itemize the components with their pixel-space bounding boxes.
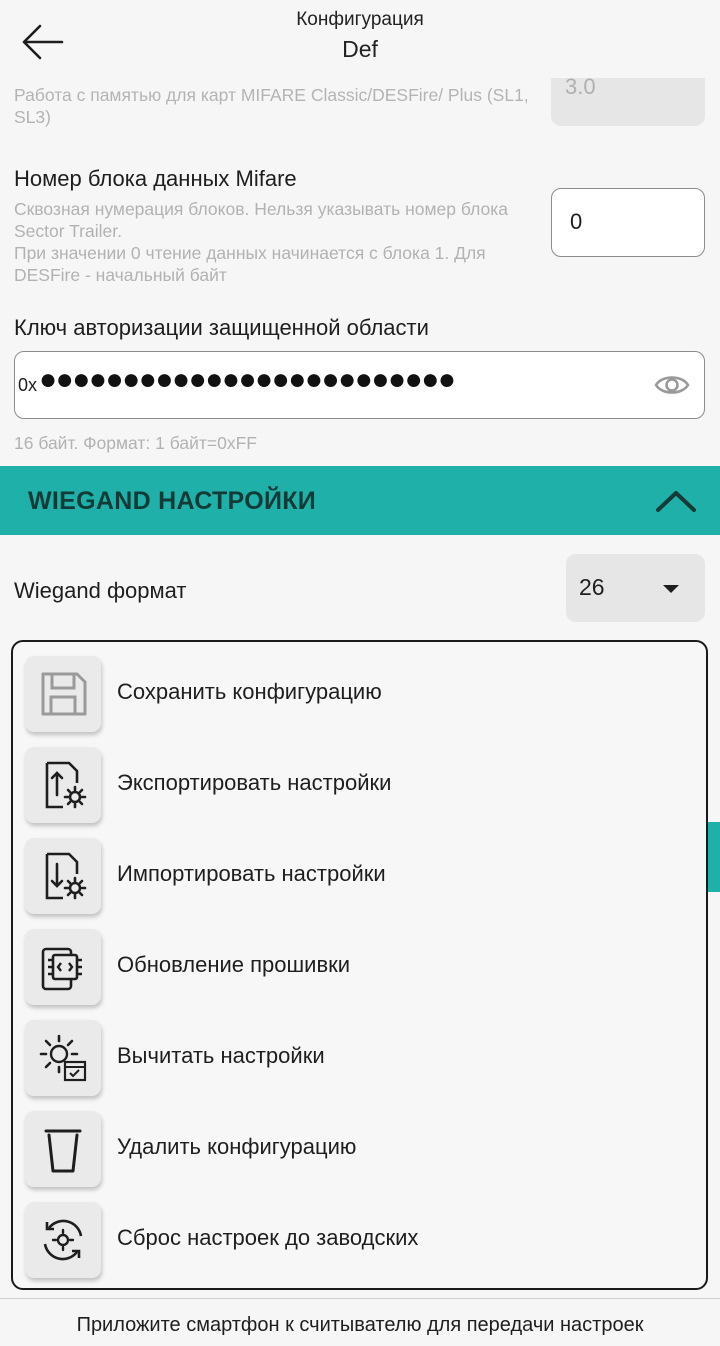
menu-item-label: Экспортировать настройки [117,770,392,795]
wiegand-format-label: Wiegand формат [14,578,187,603]
auth-key-input[interactable]: 0x ●●●●●●●●●●●●●●●●●●●●●●●●● [14,351,705,419]
wiegand-format-select[interactable]: 26 [566,554,705,622]
auth-key-prefix: 0x [18,375,38,395]
menu-item-label: Сохранить конфигурацию [117,679,382,704]
menu-item-import-settings[interactable]: Импортировать настройки [13,834,706,918]
actions-menu: Сохранить конфигурацию Экспортировать на… [11,640,708,1290]
trash-icon [25,1111,101,1187]
menu-item-label: Сброс настроек до заводских [117,1225,419,1250]
firmware-icon [25,929,101,1005]
menu-item-save-config[interactable]: Сохранить конфигурацию [13,652,706,736]
mifare-mode-select[interactable]: 3.0 [551,70,705,126]
import-icon [25,838,101,914]
save-icon [25,656,101,732]
export-icon [25,747,101,823]
read-settings-icon [25,1020,101,1096]
auth-key-label: Ключ авторизации защищенной области [14,315,429,340]
menu-item-label: Обновление прошивки [117,952,351,977]
wiegand-section-title: WIEGAND НАСТРОЙКИ [28,487,317,515]
wiegand-section-header[interactable]: WIEGAND НАСТРОЙКИ [0,466,720,535]
factory-reset-icon [25,1202,101,1278]
footer-divider [0,1298,720,1299]
mifare-block-value: 0 [570,209,583,234]
mifare-block-hint: Сквозная нумерация блоков. Нельзя указыв… [14,199,509,285]
chevron-up-icon[interactable] [654,486,698,516]
menu-item-label: Вычитать настройки [117,1043,325,1068]
app-header: Конфигурация Def [0,0,720,78]
menu-item-label: Импортировать настройки [117,861,386,886]
nfc-instruction: Приложите смартфон к считывателю для пер… [76,1314,644,1336]
section-header-partial [706,822,720,892]
auth-key-hint: 16 байт. Формат: 1 байт=0xFF [14,433,257,453]
menu-item-label: Удалить конфигурацию [117,1134,357,1159]
config-name: Def [342,36,378,62]
mifare-block-input[interactable]: 0 [551,188,705,257]
mifare-block-label: Номер блока данных Mifare [14,166,297,191]
page-title: Конфигурация [296,9,424,30]
eye-icon[interactable] [654,371,690,399]
mifare-mode-hint: Работа с памятью для карт MIFARE Classic… [14,85,529,127]
wiegand-format-value: 26 [579,574,605,600]
menu-item-export-settings[interactable]: Экспортировать настройки [13,743,706,827]
menu-item-read-settings[interactable]: Вычитать настройки [13,1016,706,1100]
chevron-down-icon [663,585,679,593]
menu-item-firmware-update[interactable]: Обновление прошивки [13,925,706,1009]
menu-item-delete-config[interactable]: Удалить конфигурацию [13,1107,706,1191]
menu-item-factory-reset[interactable]: Сброс настроек до заводских [13,1198,706,1282]
auth-key-masked: ●●●●●●●●●●●●●●●●●●●●●●●●● [39,365,456,395]
